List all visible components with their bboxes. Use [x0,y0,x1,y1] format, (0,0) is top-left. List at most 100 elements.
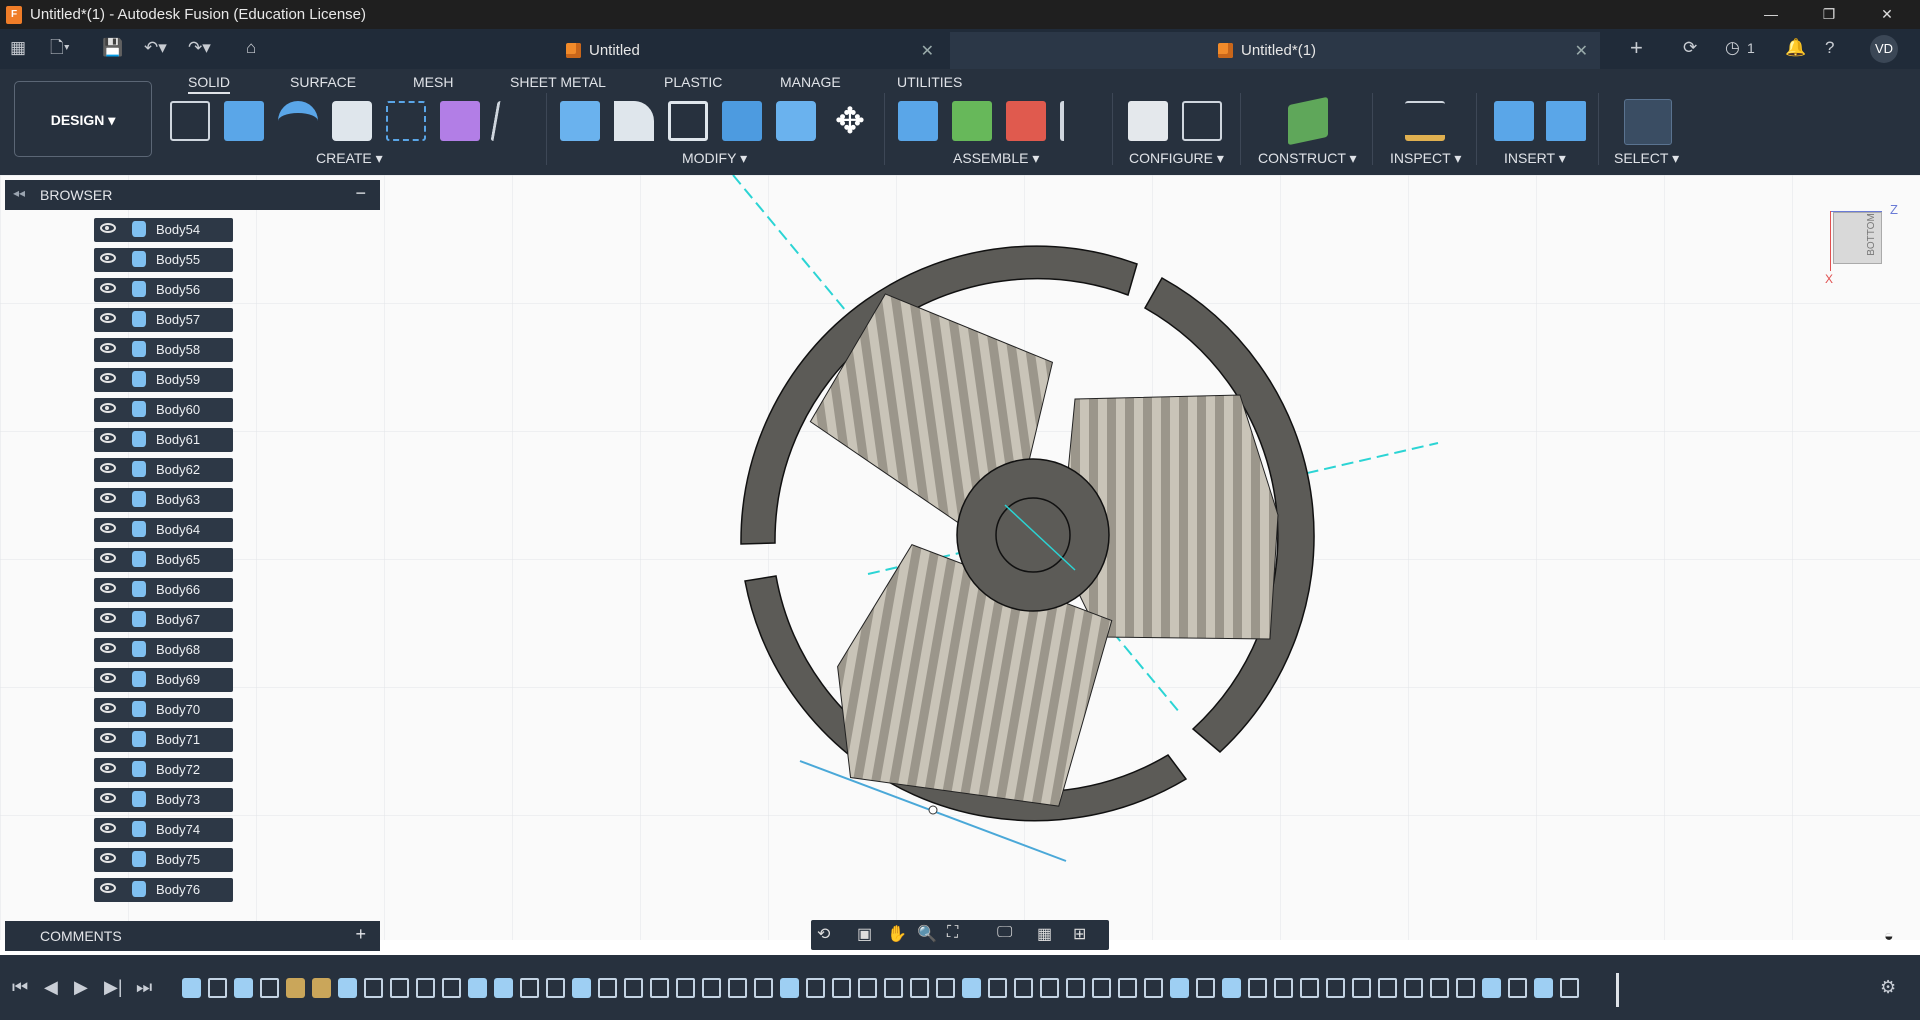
timeline-feature-icon[interactable] [832,978,851,998]
timeline-feature-icon[interactable] [1534,978,1553,998]
timeline-feature-icon[interactable] [624,978,643,998]
orbit-icon[interactable]: ⟲ [817,924,830,944]
file-menu-icon[interactable]: 🗋▾ [50,37,70,59]
minimize-button[interactable]: — [1748,0,1794,29]
timeline-feature-icon[interactable] [1404,978,1423,998]
extrude-icon[interactable] [224,101,264,141]
timeline-feature-icon[interactable] [780,978,799,998]
home-icon[interactable]: ⌂ [246,37,256,59]
configure-group-label[interactable]: CONFIGURE ▾ [1129,150,1224,167]
visibility-eye-icon[interactable] [100,493,116,503]
job-status-icon[interactable]: ◷ [1725,37,1740,59]
select-group-label[interactable]: SELECT ▾ [1614,150,1679,167]
visibility-eye-icon[interactable] [100,703,116,713]
timeline-feature-icon[interactable] [1300,978,1319,998]
timeline-feature-icon[interactable] [1222,978,1241,998]
create-sketch-icon[interactable] [170,101,210,141]
timeline-feature-icon[interactable] [1040,978,1059,998]
timeline-feature-icon[interactable] [1326,978,1345,998]
timeline-feature-icon[interactable] [546,978,565,998]
timeline-feature-icon[interactable] [442,978,461,998]
undo-icon[interactable]: ↶▾ [144,37,167,59]
timeline-feature-icon[interactable] [390,978,409,998]
visibility-eye-icon[interactable] [100,643,116,653]
timeline-feature-icon[interactable] [1092,978,1111,998]
step-forward-icon[interactable]: ▶| [104,977,123,998]
move-copy-icon[interactable]: ✥ [830,101,870,141]
go-to-end-icon[interactable]: ⏭ [136,977,152,998]
timeline-feature-icon[interactable] [416,978,435,998]
visibility-eye-icon[interactable] [100,403,116,413]
visibility-eye-icon[interactable] [100,553,116,563]
timeline-settings-icon[interactable]: ⚙ [1880,977,1896,998]
timeline-feature-icon[interactable] [1482,978,1501,998]
modify-group-label[interactable]: MODIFY ▾ [682,150,747,167]
visibility-eye-icon[interactable] [100,613,116,623]
timeline-feature-icon[interactable] [676,978,695,998]
fillet-icon[interactable] [614,101,654,141]
timeline-feature-icon[interactable] [988,978,1007,998]
timeline-feature-icon[interactable] [364,978,383,998]
timeline-feature-icon[interactable] [858,978,877,998]
viewport-canvas[interactable] [0,175,1920,940]
add-comment-icon[interactable]: + [355,924,366,945]
inspect-group-label[interactable]: INSPECT ▾ [1390,150,1461,167]
timeline-feature-icon[interactable] [468,978,487,998]
timeline-feature-icon[interactable] [1430,978,1449,998]
visibility-eye-icon[interactable] [100,283,116,293]
visibility-eye-icon[interactable] [100,433,116,443]
feedback-icon[interactable]: ◒ [1884,928,1894,946]
viewcube[interactable]: BOTTOM [1833,212,1882,264]
help-icon[interactable]: ? [1825,37,1834,59]
revolve-icon[interactable] [278,101,318,141]
timeline-feature-icon[interactable] [1352,978,1371,998]
timeline-feature-icon[interactable] [520,978,539,998]
timeline-feature-icon[interactable] [572,978,591,998]
insert-canvas-icon[interactable] [1546,101,1586,141]
tab-solid[interactable]: SOLID [188,74,231,94]
visibility-eye-icon[interactable] [100,523,116,533]
create-form-icon[interactable] [440,101,480,141]
combine-icon[interactable] [722,101,762,141]
redo-icon[interactable]: ↷▾ [188,37,211,59]
collapse-panel-icon[interactable]: ◂◂ [13,186,25,200]
timeline-feature-icon[interactable] [598,978,617,998]
derive-icon[interactable] [490,101,538,141]
extensions-icon[interactable]: ⟳ [1683,37,1697,59]
save-icon[interactable]: 💾 [102,37,123,59]
visibility-eye-icon[interactable] [100,373,116,383]
tab-utilities[interactable]: UTILITIES [897,74,962,90]
timeline-feature-icon[interactable] [182,978,201,998]
workspace-switcher[interactable]: DESIGN ▾ [14,81,152,157]
timeline-marker[interactable] [1616,973,1619,1007]
visibility-eye-icon[interactable] [100,853,116,863]
minimize-browser-icon[interactable]: − [355,183,366,204]
tab-mesh[interactable]: MESH [413,74,453,90]
timeline-feature-icon[interactable] [650,978,669,998]
measure-icon[interactable] [1405,101,1445,141]
timeline-feature-icon[interactable] [1560,978,1579,998]
construct-group-label[interactable]: CONSTRUCT ▾ [1258,150,1357,167]
step-back-icon[interactable]: ◀ [44,977,58,998]
tab-untitled[interactable]: Untitled ✕ [566,32,946,69]
visibility-eye-icon[interactable] [100,673,116,683]
look-at-icon[interactable]: ▣ [857,924,872,944]
press-pull-icon[interactable] [560,101,600,141]
timeline-feature-icon[interactable] [936,978,955,998]
pattern-icon[interactable] [386,101,426,141]
select-icon[interactable] [1624,99,1672,145]
visibility-eye-icon[interactable] [100,313,116,323]
timeline-feature-icon[interactable] [1508,978,1527,998]
timeline-feature-icon[interactable] [1274,978,1293,998]
viewports-icon[interactable]: ⊞ [1073,924,1086,944]
tab-untitled-1[interactable]: Untitled*(1) ✕ [950,32,1600,69]
configure-design-icon[interactable] [1128,101,1168,141]
visibility-eye-icon[interactable] [100,883,116,893]
visibility-eye-icon[interactable] [100,463,116,473]
play-icon[interactable]: ▶ [74,977,88,998]
pan-icon[interactable]: ✋ [887,924,907,944]
tab-plastic[interactable]: PLASTIC [664,74,722,90]
timeline-feature-icon[interactable] [1014,978,1033,998]
close-tab-icon[interactable]: ✕ [1575,41,1588,61]
timeline-feature-icon[interactable] [286,978,305,998]
